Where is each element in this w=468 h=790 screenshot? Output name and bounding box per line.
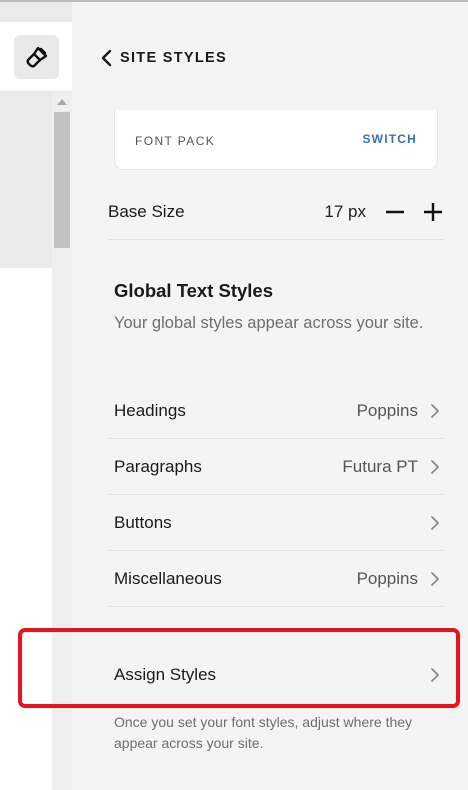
style-row-value: Futura PT <box>342 456 418 476</box>
tool-bar <box>0 22 72 92</box>
scroll-up-arrow[interactable] <box>57 99 67 105</box>
font-pack-label: FONT PACK <box>135 134 216 148</box>
style-row-miscellaneous[interactable]: Miscellaneous Poppins <box>108 551 444 607</box>
style-row-paragraphs[interactable]: Paragraphs Futura PT <box>108 439 444 495</box>
minus-icon <box>386 210 404 213</box>
highlight-box <box>18 628 460 708</box>
base-size-value: 17 px <box>324 201 366 221</box>
global-text-styles-title: Global Text Styles <box>114 280 274 301</box>
decrease-size-button[interactable] <box>384 201 406 223</box>
chevron-right-icon <box>430 403 442 419</box>
style-row-label: Headings <box>114 400 186 420</box>
paintbrush-icon <box>25 46 47 68</box>
style-row-value: Poppins <box>356 568 418 588</box>
chevron-left-icon[interactable] <box>100 48 114 68</box>
scrollbar-thumb[interactable] <box>54 112 70 248</box>
panel-header[interactable]: SITE STYLES <box>100 46 227 70</box>
panel-title: SITE STYLES <box>120 50 227 66</box>
page-preview <box>0 268 52 790</box>
style-row-buttons[interactable]: Buttons <box>108 495 444 551</box>
font-pack-card: FONT PACK SWITCH <box>114 110 438 170</box>
style-row-label: Buttons <box>114 512 172 532</box>
chevron-right-icon <box>430 459 442 475</box>
style-row-label: Paragraphs <box>114 456 202 476</box>
global-text-styles-description: Your global styles appear across your si… <box>114 314 424 332</box>
assign-styles-note: Once you set your font styles, adjust wh… <box>114 714 413 751</box>
base-size-label: Base Size <box>108 201 185 221</box>
base-size-controls: 17 px <box>324 201 444 223</box>
style-row-value: Poppins <box>356 400 418 420</box>
style-row-headings[interactable]: Headings Poppins <box>108 383 444 439</box>
switch-button[interactable]: SWITCH <box>362 132 417 146</box>
style-row-label: Miscellaneous <box>114 568 222 588</box>
plus-icon <box>424 202 442 221</box>
chevron-right-icon <box>430 515 442 531</box>
base-size-row: Base Size 17 px <box>108 184 444 240</box>
chevron-right-icon <box>430 571 442 587</box>
increase-size-button[interactable] <box>422 201 444 223</box>
design-button[interactable] <box>14 35 59 79</box>
